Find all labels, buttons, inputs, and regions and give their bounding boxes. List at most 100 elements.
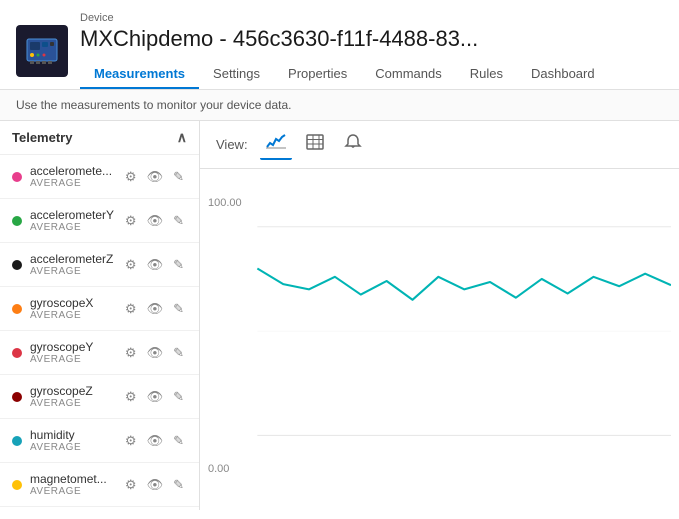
item-dot-6 [12,436,22,446]
pencil-button-2[interactable]: ✎ [170,255,187,275]
list-item: accelerometerY AVERAGE ⚙ 👁 ✎ [0,199,199,243]
list-item: gyroscopeX AVERAGE ⚙ 👁 ✎ [0,287,199,331]
list-item: acceleromete... AVERAGE ⚙ 👁 ✎ [0,155,199,199]
device-title: MXChipdemo - 456c3630-f11f-4488-83... [80,26,663,52]
device-icon [16,25,68,77]
gear-button-6[interactable]: ⚙ [122,431,140,451]
pencil-button-6[interactable]: ✎ [170,431,187,451]
gear-button-4[interactable]: ⚙ [122,343,140,363]
bell-icon [344,133,362,151]
gear-button-5[interactable]: ⚙ [122,387,140,407]
item-avg-2: AVERAGE [30,266,122,277]
line-chart-view-button[interactable] [260,129,292,160]
item-actions-6: ⚙ 👁 ✎ [122,431,187,451]
list-item: gyroscopeZ AVERAGE ⚙ 👁 ✎ [0,375,199,419]
item-avg-3: AVERAGE [30,310,122,321]
item-actions-3: ⚙ 👁 ✎ [122,299,187,319]
item-info-7: magnetomet... AVERAGE [30,472,122,497]
eye-button-1[interactable]: 👁 [144,211,167,231]
header: Device MXChipdemo - 456c3630-f11f-4488-8… [0,0,679,90]
chart-area: 100.00 0.00 [200,169,679,510]
board-svg [24,33,60,69]
telemetry-header: Telemetry ∧ [0,121,199,155]
item-info-5: gyroscopeZ AVERAGE [30,384,122,409]
gear-button-0[interactable]: ⚙ [122,167,140,187]
item-avg-6: AVERAGE [30,442,122,453]
pencil-button-0[interactable]: ✎ [170,167,187,187]
table-icon [306,134,324,150]
list-item: gyroscopeY AVERAGE ⚙ 👁 ✎ [0,331,199,375]
item-avg-5: AVERAGE [30,398,122,409]
item-avg-0: AVERAGE [30,178,122,189]
view-label: View: [216,137,248,152]
eye-button-5[interactable]: 👁 [144,387,167,407]
eye-button-7[interactable]: 👁 [144,475,167,495]
pencil-button-1[interactable]: ✎ [170,211,187,231]
item-info-2: accelerometerZ AVERAGE [30,252,122,277]
item-actions-7: ⚙ 👁 ✎ [122,475,187,495]
eye-button-6[interactable]: 👁 [144,431,167,451]
item-name-3: gyroscopeX [30,296,122,310]
list-item: magnetomet... AVERAGE ⚙ 👁 ✎ [0,463,199,507]
chart-svg [216,185,671,510]
view-bar: View: [200,121,679,169]
gear-button-7[interactable]: ⚙ [122,475,140,495]
info-bar: Use the measurements to monitor your dev… [0,90,679,121]
app-container: Device MXChipdemo - 456c3630-f11f-4488-8… [0,0,679,510]
eye-button-2[interactable]: 👁 [144,255,167,275]
event-view-button[interactable] [338,129,368,160]
pencil-button-7[interactable]: ✎ [170,475,187,495]
item-dot-7 [12,480,22,490]
list-item: accelerometerZ AVERAGE ⚙ 👁 ✎ [0,243,199,287]
item-dot-0 [12,172,22,182]
list-item: magnetomet... AVERAGE ⚙ 👁 ✎ [0,507,199,510]
table-view-button[interactable] [300,130,330,159]
pencil-button-3[interactable]: ✎ [170,299,187,319]
left-panel: Telemetry ∧ acceleromete... AVERAGE ⚙ 👁 … [0,121,200,510]
eye-button-0[interactable]: 👁 [144,167,167,187]
item-avg-7: AVERAGE [30,486,122,497]
item-avg-1: AVERAGE [30,222,122,233]
tab-dashboard[interactable]: Dashboard [517,60,609,89]
item-actions-2: ⚙ 👁 ✎ [122,255,187,275]
item-info-6: humidity AVERAGE [30,428,122,453]
tab-commands[interactable]: Commands [361,60,455,89]
item-name-7: magnetomet... [30,472,122,486]
y-axis-max-label: 100.00 [208,197,242,209]
chevron-up-icon[interactable]: ∧ [177,129,187,146]
header-right: Device MXChipdemo - 456c3630-f11f-4488-8… [80,12,663,89]
tab-settings[interactable]: Settings [199,60,274,89]
item-name-2: accelerometerZ [30,252,122,266]
device-label: Device [80,12,663,24]
telemetry-label: Telemetry [12,130,72,145]
y-axis-min-label: 0.00 [208,463,229,475]
item-info-4: gyroscopeY AVERAGE [30,340,122,365]
item-info-1: accelerometerY AVERAGE [30,208,122,233]
item-info-3: gyroscopeX AVERAGE [30,296,122,321]
right-panel: View: [200,121,679,510]
main-content: Telemetry ∧ acceleromete... AVERAGE ⚙ 👁 … [0,121,679,510]
gear-button-3[interactable]: ⚙ [122,299,140,319]
item-name-0: acceleromete... [30,164,122,178]
item-dot-1 [12,216,22,226]
eye-button-3[interactable]: 👁 [144,299,167,319]
pencil-button-4[interactable]: ✎ [170,343,187,363]
gear-button-1[interactable]: ⚙ [122,211,140,231]
item-name-6: humidity [30,428,122,442]
eye-button-4[interactable]: 👁 [144,343,167,363]
item-dot-4 [12,348,22,358]
tab-rules[interactable]: Rules [456,60,517,89]
item-actions-1: ⚙ 👁 ✎ [122,211,187,231]
tab-properties[interactable]: Properties [274,60,361,89]
item-actions-0: ⚙ 👁 ✎ [122,167,187,187]
item-name-4: gyroscopeY [30,340,122,354]
item-dot-3 [12,304,22,314]
gear-button-2[interactable]: ⚙ [122,255,140,275]
line-chart-icon [266,133,286,149]
tab-measurements[interactable]: Measurements [80,60,199,89]
item-actions-4: ⚙ 👁 ✎ [122,343,187,363]
item-avg-4: AVERAGE [30,354,122,365]
item-actions-5: ⚙ 👁 ✎ [122,387,187,407]
item-info-0: acceleromete... AVERAGE [30,164,122,189]
pencil-button-5[interactable]: ✎ [170,387,187,407]
